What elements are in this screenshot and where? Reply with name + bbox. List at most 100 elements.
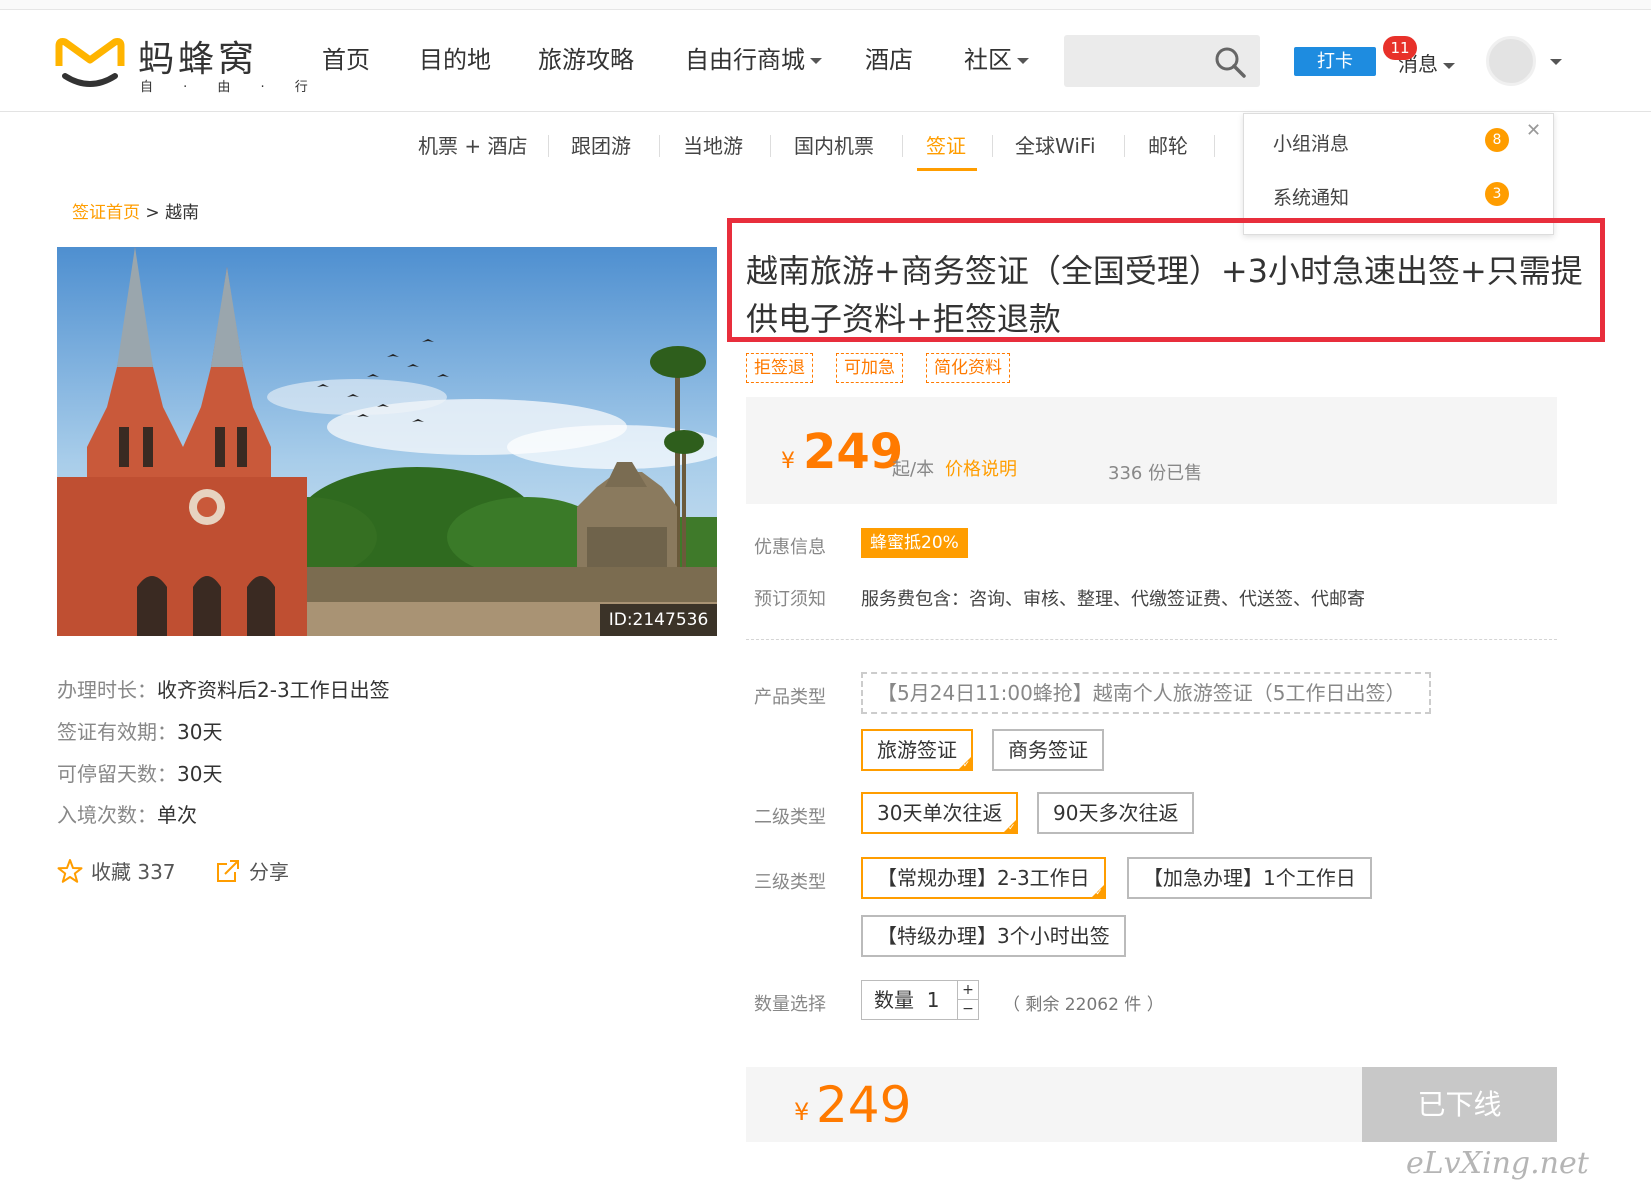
option-regular-label: 【常规办理】2-3工作日	[877, 866, 1090, 890]
level3-label: 三级类型	[754, 872, 826, 893]
checkmark-icon: ✓	[962, 760, 970, 770]
divider	[548, 135, 549, 157]
system-notice-link[interactable]: 系统通知	[1273, 183, 1349, 210]
watermark-text: eLvXing.net	[1406, 1146, 1589, 1181]
favorite-button[interactable]: 收藏 337	[57, 856, 176, 885]
breadcrumb-current: 越南	[165, 203, 200, 223]
product-title: 越南旅游+商务签证（全国受理）+3小时急速出签+只需提供电子资料+拒签退款	[746, 252, 1583, 338]
minus-icon[interactable]: −	[958, 1000, 978, 1018]
breadcrumb-separator: >	[140, 203, 166, 223]
option-tourist-visa-label: 旅游签证	[877, 738, 957, 762]
system-notice-count: 3	[1485, 182, 1509, 206]
price-unit: 起/本	[892, 459, 935, 480]
info-entries-value: 单次	[157, 803, 197, 827]
divider	[746, 639, 1557, 640]
divider	[1124, 135, 1125, 157]
price-currency: ¥	[781, 449, 795, 474]
avatar[interactable]	[1486, 36, 1536, 86]
checkmark-icon: ✓	[1095, 888, 1103, 898]
type-label: 产品类型	[754, 687, 826, 708]
subnav-cruise[interactable]: 邮轮	[1148, 130, 1188, 159]
option-regular[interactable]: 【常规办理】2-3工作日 ✓	[861, 857, 1106, 899]
group-messages-count: 8	[1485, 128, 1509, 152]
divider	[659, 135, 660, 157]
buy-currency: ¥	[794, 1098, 810, 1126]
chevron-down-icon[interactable]	[1550, 59, 1562, 65]
subnav-domestic-flight[interactable]: 国内机票	[794, 130, 874, 159]
info-stay: 可停留天数：30天	[57, 758, 222, 787]
subnav-group-tour[interactable]: 跟团游	[571, 130, 631, 159]
chevron-down-icon	[810, 58, 822, 64]
info-validity-key: 签证有效期：	[57, 720, 177, 744]
option-premium[interactable]: 【特级办理】3个小时出签	[861, 915, 1126, 957]
checkmark-icon: ✓	[1007, 823, 1016, 833]
subnav-flight-hotel[interactable]: 机票 + 酒店	[418, 130, 527, 159]
tag-refund: 拒签退	[746, 353, 813, 383]
level2-label: 二级类型	[754, 807, 826, 828]
close-icon[interactable]: ✕	[1526, 120, 1541, 141]
subnav-active-indicator	[917, 168, 977, 171]
info-duration-value: 收齐资料后2-3工作日出签	[157, 678, 390, 702]
group-messages-link[interactable]: 小组消息	[1273, 129, 1349, 156]
divider	[992, 135, 993, 157]
share-button[interactable]: 分享	[215, 856, 289, 885]
breadcrumb-visa-home[interactable]: 签证首页	[72, 203, 140, 223]
info-stay-value: 30天	[177, 762, 223, 786]
product-image	[57, 247, 717, 636]
buy-price: 249	[816, 1076, 912, 1134]
product-id-tag: ID:2147536	[600, 604, 717, 636]
checkin-button[interactable]: 打卡	[1294, 47, 1376, 76]
info-duration-key: 办理时长：	[57, 678, 157, 702]
info-validity-value: 30天	[177, 720, 223, 744]
stock-remaining: （ 剩余 22062 件 ）	[1003, 995, 1164, 1015]
nav-guides[interactable]: 旅游攻略	[538, 40, 634, 75]
logo-icon[interactable]	[55, 36, 125, 94]
nav-home[interactable]: 首页	[322, 40, 370, 75]
nav-destination[interactable]: 目的地	[419, 40, 491, 75]
offline-button[interactable]: 已下线	[1362, 1067, 1557, 1142]
nav-mall-label: 自由行商城	[685, 46, 805, 74]
option-business-visa[interactable]: 商务签证	[992, 729, 1104, 771]
logo-subtitle: 自 · 由 · 行	[140, 80, 321, 95]
favorite-label: 收藏 337	[91, 860, 176, 884]
booking-text: 服务费包含：咨询、审核、整理、代缴签证费、代送签、代邮寄	[861, 589, 1365, 610]
subnav-visa[interactable]: 签证	[926, 130, 966, 159]
option-90day-multi[interactable]: 90天多次往返	[1037, 792, 1195, 834]
divider	[902, 135, 903, 157]
quantity-value: 1	[926, 988, 940, 1012]
option-30day-single[interactable]: 30天单次往返 ✓	[861, 792, 1019, 834]
quantity-label: 数量选择	[754, 994, 826, 1015]
nav-community[interactable]: 社区	[964, 40, 1029, 75]
subnav-wifi[interactable]: 全球WiFi	[1015, 130, 1096, 159]
search-icon[interactable]	[1213, 45, 1247, 79]
info-stay-key: 可停留天数：	[57, 762, 177, 786]
option-tourist-visa[interactable]: 旅游签证 ✓	[861, 729, 973, 771]
quantity-buttons: + −	[957, 980, 979, 1020]
divider	[770, 135, 771, 157]
logo-text[interactable]: 蚂蜂窝	[138, 30, 258, 82]
tag-simplified: 简化资料	[926, 353, 1010, 383]
star-icon	[57, 859, 83, 883]
type-select[interactable]: 【5月24日11:00蜂抢】越南个人旅游签证（5工作日出签）	[861, 672, 1431, 714]
nav-community-label: 社区	[964, 46, 1012, 74]
share-label: 分享	[249, 860, 289, 884]
sold-count: 336 份已售	[1108, 463, 1203, 484]
booking-label: 预订须知	[754, 589, 826, 610]
promo-badge: 蜂蜜抵20%	[861, 528, 968, 558]
price-note-link[interactable]: 价格说明	[945, 455, 1017, 481]
tag-express: 可加急	[836, 353, 903, 383]
divider	[1214, 135, 1215, 157]
option-urgent[interactable]: 【加急办理】1个工作日	[1127, 857, 1372, 899]
breadcrumb: 签证首页 > 越南	[72, 198, 199, 223]
subnav-local[interactable]: 当地游	[683, 130, 743, 159]
info-entries: 入境次数：单次	[57, 799, 197, 828]
info-entries-key: 入境次数：	[57, 803, 157, 827]
nav-hotel[interactable]: 酒店	[865, 40, 913, 75]
share-icon	[217, 860, 239, 882]
messages-badge: 11	[1383, 36, 1417, 60]
chevron-down-icon	[1443, 62, 1455, 69]
plus-icon[interactable]: +	[958, 981, 978, 1000]
promo-label: 优惠信息	[754, 537, 826, 558]
option-30day-single-label: 30天单次往返	[877, 801, 1003, 825]
nav-mall[interactable]: 自由行商城	[685, 40, 822, 75]
